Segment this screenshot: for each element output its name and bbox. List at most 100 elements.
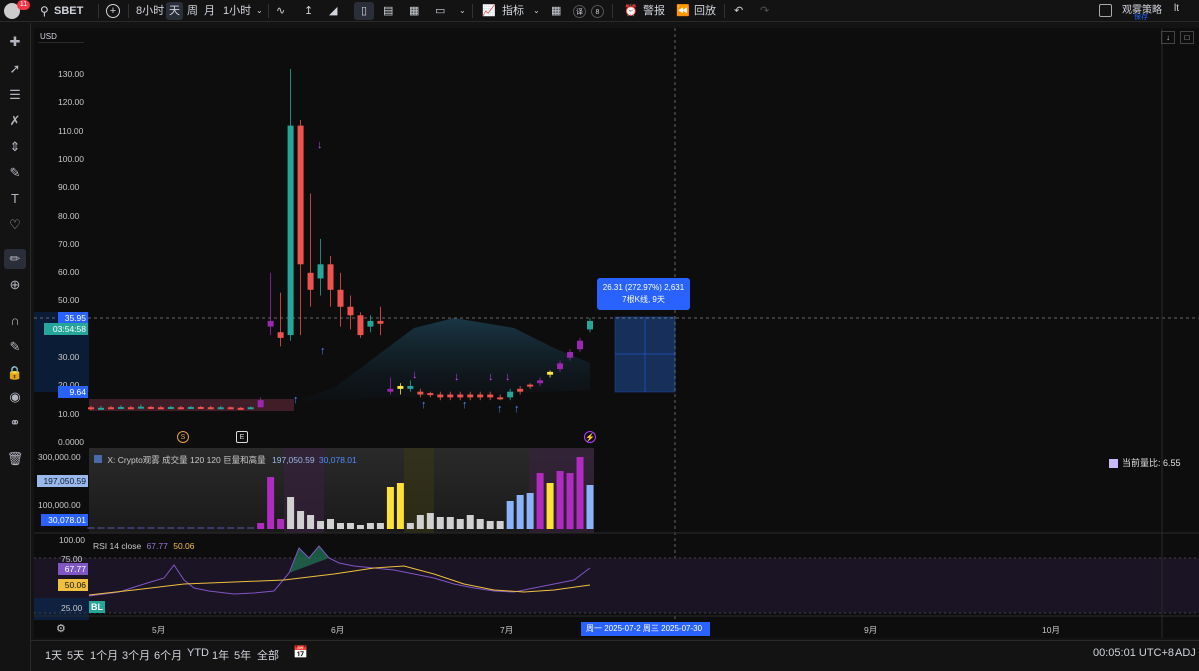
candle-body[interactable] bbox=[167, 406, 174, 409]
layout-save[interactable]: 保存 bbox=[1134, 12, 1148, 22]
interval-1h[interactable]: 1小时 bbox=[223, 2, 251, 20]
earnings-event-marker[interactable]: E bbox=[236, 431, 248, 443]
candle-body[interactable] bbox=[367, 320, 374, 327]
candle-body[interactable] bbox=[577, 340, 584, 350]
candle-body[interactable] bbox=[567, 352, 574, 358]
candle-body[interactable] bbox=[137, 406, 144, 409]
text-icon[interactable]: T bbox=[4, 189, 26, 209]
line-chart-icon[interactable]: ↥ bbox=[304, 2, 313, 20]
link-icon[interactable]: ⚭ bbox=[4, 413, 26, 433]
candle-body[interactable] bbox=[327, 264, 334, 290]
range-ytd[interactable]: YTD bbox=[187, 647, 209, 659]
go-to-date-icon[interactable]: 📅 bbox=[293, 645, 308, 659]
expand-icon[interactable]: □ bbox=[1180, 31, 1194, 44]
chevron-down-icon[interactable]: ⌄ bbox=[533, 2, 540, 20]
candle-body[interactable] bbox=[207, 407, 214, 410]
range-5y[interactable]: 5年 bbox=[234, 647, 251, 663]
interval-day[interactable]: 天 bbox=[166, 2, 183, 20]
candle-body[interactable] bbox=[377, 320, 384, 324]
candle-body[interactable] bbox=[177, 407, 184, 410]
candle-body[interactable] bbox=[227, 407, 234, 410]
chart-canvas[interactable]: ↑ ↑ ↑ ↑ ↑ ↑ ↓ ↓ ↓ ↓ ↓ bbox=[34, 28, 1199, 638]
rsi-legend[interactable]: RSI 14 close 67.77 50.06 bbox=[93, 541, 195, 551]
eye-icon[interactable]: ◉ bbox=[4, 387, 26, 407]
candle-body[interactable] bbox=[147, 406, 154, 409]
candle-body[interactable] bbox=[447, 394, 454, 398]
layout-menu-icon[interactable]: lt bbox=[1174, 3, 1179, 14]
candle-body[interactable] bbox=[357, 315, 364, 336]
bars-icon[interactable]: ▤ bbox=[383, 2, 393, 20]
candle-body[interactable] bbox=[537, 380, 544, 384]
candle-body[interactable] bbox=[97, 407, 104, 410]
candle-body[interactable] bbox=[397, 386, 404, 389]
chevron-down-icon[interactable]: ⌄ bbox=[459, 2, 466, 20]
line-style-icon[interactable]: ∿ bbox=[276, 2, 285, 20]
candle-body[interactable] bbox=[417, 391, 424, 395]
candle-body[interactable] bbox=[317, 264, 324, 279]
candle-body[interactable] bbox=[497, 397, 504, 400]
candle-body[interactable] bbox=[547, 371, 554, 375]
range-5d[interactable]: 5天 bbox=[67, 647, 84, 663]
undo-icon[interactable]: ↶ bbox=[734, 2, 743, 20]
symbol-name[interactable]: SBET bbox=[54, 2, 83, 20]
candle-body[interactable] bbox=[517, 388, 524, 392]
magnet-icon[interactable]: ∩ bbox=[4, 311, 26, 331]
candle-body[interactable] bbox=[587, 320, 593, 330]
ruler-icon[interactable]: ✏ bbox=[4, 249, 26, 269]
candle-body[interactable] bbox=[127, 407, 134, 410]
candle-body[interactable] bbox=[237, 407, 244, 410]
range-1y[interactable]: 1年 bbox=[212, 647, 229, 663]
split-event-marker[interactable]: S bbox=[177, 431, 189, 443]
candle-body[interactable] bbox=[267, 320, 274, 327]
range-1m[interactable]: 1个月 bbox=[90, 647, 118, 663]
trend-line-icon[interactable]: ➚ bbox=[4, 59, 26, 79]
candle-body[interactable] bbox=[197, 406, 204, 409]
search-icon[interactable]: ⚲ bbox=[40, 2, 49, 20]
candle-body[interactable] bbox=[88, 407, 94, 410]
candle-body[interactable] bbox=[257, 400, 264, 408]
crosshair-icon[interactable]: ✚ bbox=[4, 32, 26, 52]
chart-area[interactable]: ↑ ↑ ↑ ↑ ↑ ↑ ↓ ↓ ↓ ↓ ↓ 130.00 120.00 110.00 100.00 90.0… bbox=[34, 28, 1199, 638]
candle-body[interactable] bbox=[427, 393, 434, 396]
redo-icon[interactable]: ↷ bbox=[760, 2, 769, 20]
candle-body[interactable] bbox=[557, 363, 564, 370]
area-chart-icon[interactable]: ◢ bbox=[329, 2, 337, 20]
candle-body[interactable] bbox=[107, 407, 114, 410]
candle-body[interactable] bbox=[297, 125, 304, 265]
lock-drawing-icon[interactable]: ✎ bbox=[4, 337, 26, 357]
currency-selector[interactable]: USD bbox=[38, 31, 84, 43]
replay-icon[interactable]: ⏪ bbox=[676, 2, 690, 20]
scroll-down-icon[interactable]: ↓ bbox=[1161, 31, 1175, 44]
trash-icon[interactable]: 🗑 bbox=[4, 449, 26, 469]
heart-icon[interactable]: ♡ bbox=[4, 215, 26, 235]
lightning-event-icon[interactable]: ⚡ bbox=[584, 431, 596, 443]
volume-legend[interactable]: X: Crypto观雾 成交量 120 120 巨量和高量 197,050.59… bbox=[94, 454, 357, 466]
interval-month[interactable]: 月 bbox=[204, 2, 215, 20]
zoom-icon[interactable]: ⊕ bbox=[4, 275, 26, 295]
count-badge[interactable]: 8 bbox=[591, 5, 604, 18]
candle-body[interactable] bbox=[507, 391, 514, 398]
candle-body[interactable] bbox=[337, 289, 344, 307]
range-3m[interactable]: 3个月 bbox=[122, 647, 150, 663]
alert-icon[interactable]: ⏰ bbox=[624, 2, 638, 20]
candle-body[interactable] bbox=[247, 407, 254, 410]
fib-icon[interactable]: ☰ bbox=[4, 85, 26, 105]
candle-body[interactable] bbox=[347, 306, 354, 316]
candle-body[interactable] bbox=[187, 406, 194, 409]
brush-icon[interactable]: ✎ bbox=[4, 163, 26, 183]
settings-gear-icon[interactable]: ⚙ bbox=[56, 622, 66, 635]
candle-body[interactable] bbox=[287, 125, 294, 336]
replay-button[interactable]: 回放 bbox=[694, 2, 716, 20]
range-6m[interactable]: 6个月 bbox=[154, 647, 182, 663]
interval-week[interactable]: 周 bbox=[187, 2, 198, 20]
translate-badge[interactable]: 译 bbox=[573, 5, 586, 18]
templates-icon[interactable]: ▦ bbox=[551, 2, 561, 20]
hollow-candle-icon[interactable]: ▭ bbox=[435, 2, 445, 20]
clock-label[interactable]: 00:05:01 UTC+8 bbox=[1093, 647, 1174, 659]
candle-body[interactable] bbox=[387, 388, 394, 392]
interval-8h[interactable]: 8小时 bbox=[136, 2, 164, 20]
indicators-icon[interactable]: 📈 bbox=[482, 2, 496, 20]
candle-body[interactable] bbox=[467, 394, 474, 398]
candle-body[interactable] bbox=[217, 407, 224, 410]
candle-body[interactable] bbox=[437, 394, 444, 398]
